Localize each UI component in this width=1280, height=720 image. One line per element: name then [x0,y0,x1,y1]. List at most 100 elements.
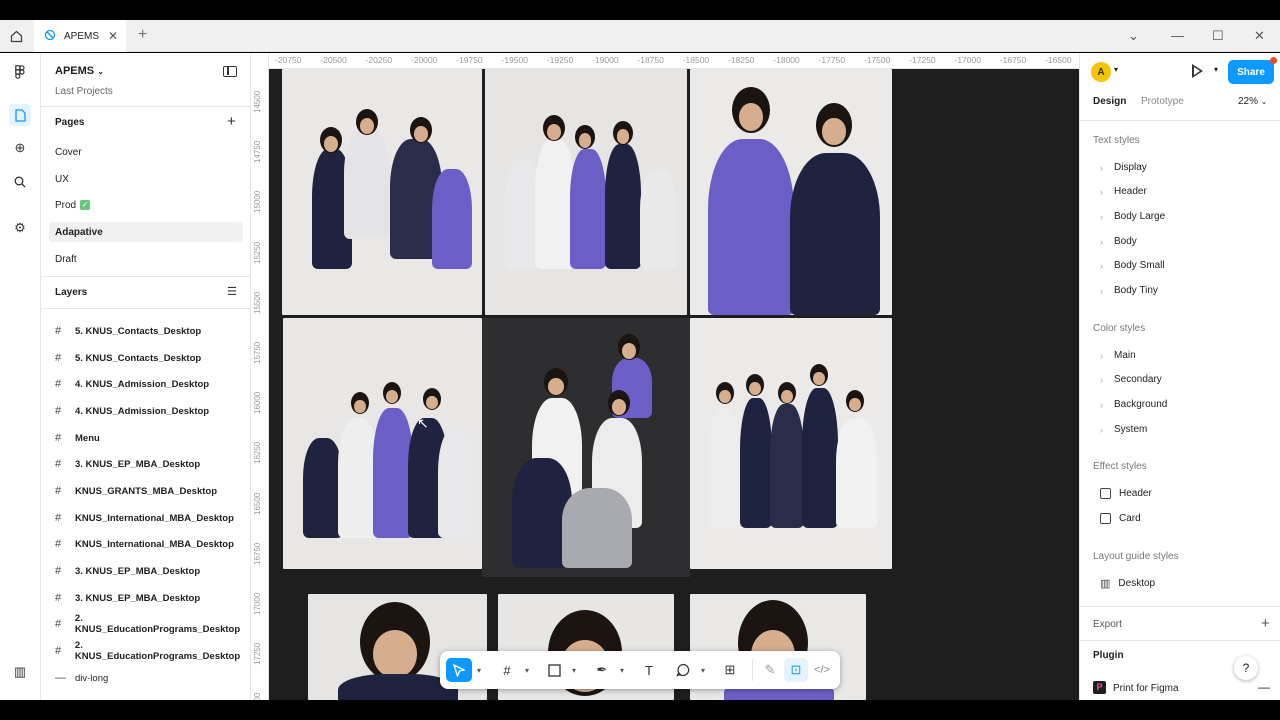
project-name[interactable]: APEMS ⌄ [55,65,104,77]
layers-filter-icon[interactable]: ☰ [227,285,237,298]
chevron-right-icon: › [1100,186,1103,197]
ruler-tick-label: 16250 [253,442,262,465]
text-style-item[interactable]: › Body [1100,236,1137,247]
text-style-item[interactable]: › Body Large [1100,211,1165,222]
chevron-down-icon[interactable]: ▾ [698,658,708,682]
divider [1080,606,1280,607]
file-pages-icon[interactable] [9,104,31,126]
effect-style-item[interactable]: Header [1100,488,1152,499]
collapse-plugin-icon[interactable]: — [1258,680,1270,694]
draw-mode-button[interactable]: ✎ [758,658,782,682]
layer-item[interactable]: # KNUS_International_MBA_Desktop [55,534,234,554]
layer-item[interactable]: # KNUS_International_MBA_Desktop [55,508,234,528]
ruler-tick-label: 15500 [253,291,262,314]
color-style-item[interactable]: › Main [1100,350,1136,361]
layer-item[interactable]: #4. KNUS_Admission_Desktop [55,374,209,394]
vertical-ruler: 14500 14750 15000 15250 15500 15750 16000 16250… [251,53,269,700]
chevron-down-icon[interactable]: ▾ [474,658,484,682]
panel-toggle-icon[interactable] [223,66,237,77]
dev-mode-button[interactable]: </> [810,658,834,682]
page-item-cover[interactable]: Cover [49,142,243,162]
layer-item[interactable]: #3. KNUS_EP_MBA_Desktop [55,561,200,581]
search-icon[interactable] [9,171,31,193]
add-export-icon[interactable]: + [1261,615,1270,632]
new-tab-icon[interactable]: + [138,26,147,44]
tab-prototype[interactable]: Prototype [1141,96,1184,107]
close-tab-icon[interactable]: ✕ [108,29,118,43]
resources-tool-button[interactable]: ⊞ [717,658,743,682]
layer-item[interactable]: #5. KNUS_Contacts_Desktop [55,321,201,341]
layer-item[interactable]: #2. KNUS_EducationPrograms_Desktop [55,640,250,662]
figma-menu-icon[interactable] [9,61,31,83]
color-style-item[interactable]: › Background [1100,399,1167,410]
chevron-down-icon[interactable]: ▾ [617,658,627,682]
minimize-icon[interactable]: — [1171,28,1184,43]
home-icon[interactable] [0,20,32,52]
assets-icon[interactable]: ⊕ [9,137,31,159]
layer-item[interactable]: #3. KNUS_EP_MBA_Desktop [55,454,200,474]
move-tool-button[interactable] [446,658,472,682]
layer-item[interactable]: # Menu [55,428,100,448]
zoom-level[interactable]: 22% ⌄ [1238,96,1268,107]
chevron-down-icon[interactable]: ▾ [569,658,579,682]
frame-icon: # [55,432,62,444]
ruler-tick-label: -19000 [592,55,619,65]
chevron-down-icon[interactable]: ▾ [522,658,532,682]
page-item-prod[interactable]: Prod ✓ [49,195,243,215]
text-style-item[interactable]: › Display [1100,162,1147,173]
page-item-ux[interactable]: UX [49,169,243,189]
layer-item[interactable]: #5. KNUS_Contacts_Desktop [55,348,201,368]
share-button[interactable]: Share [1228,60,1274,84]
add-page-icon[interactable]: + [227,113,236,130]
layer-item[interactable]: #3. KNUS_EP_MBA_Desktop [55,588,200,608]
file-tab[interactable]: APEMS ✕ [34,20,126,52]
tab-design[interactable]: Design [1093,96,1126,107]
help-button[interactable]: ? [1234,656,1258,680]
layer-item[interactable]: # KNUS_GRANTS_MBA_Desktop [55,481,217,501]
layout-style-item[interactable]: ▥ Desktop [1100,577,1155,590]
chevron-down-icon[interactable]: ⌄ [1128,28,1139,44]
color-style-item[interactable]: › Secondary [1100,374,1162,385]
design-mode-button[interactable]: ⊡ [784,658,808,682]
check-icon: ✓ [80,200,91,210]
photo-group-large[interactable] [283,318,482,569]
page-item-adapative[interactable]: Adapative [49,222,243,242]
text-tool-button[interactable]: T [636,658,662,682]
photo-stairs[interactable] [482,318,690,577]
file-tab-title: APEMS [64,30,100,42]
layer-item[interactable]: — div-long [55,668,108,688]
ruler-tick-label: 16750 [253,542,262,565]
photo-staff[interactable] [690,318,892,569]
design-canvas[interactable]: ↖ [269,69,1079,700]
color-style-item[interactable]: › System [1100,424,1147,435]
chevron-down-icon[interactable]: ▾ [1114,65,1118,74]
plugin-title: Plugin [1093,650,1124,661]
frame-icon: # [55,458,62,470]
photo-group-standing[interactable] [485,69,687,315]
shape-tool-button[interactable] [541,658,567,682]
frame-tool-button[interactable]: # [494,658,520,682]
photo-group-seated[interactable] [282,69,482,315]
ruler-tick-label: -20500 [320,55,347,65]
close-window-icon[interactable]: ✕ [1254,28,1265,44]
text-style-item[interactable]: › Body Small [1100,260,1165,271]
layer-item[interactable]: #4. KNUS_Admission_Desktop [55,401,209,421]
library-icon[interactable]: ▥ [9,661,31,683]
avatar[interactable]: A [1091,62,1111,82]
page-item-draft[interactable]: Draft [49,249,243,269]
project-location[interactable]: Last Projects [55,86,113,97]
chevron-down-icon[interactable]: ▾ [1214,65,1218,74]
effect-style-item[interactable]: Card [1100,513,1141,524]
plugins-icon[interactable]: ⚙ [9,217,31,239]
layer-item[interactable]: #2. KNUS_EducationPrograms_Desktop [55,613,250,635]
frame-icon: # [55,352,62,364]
maximize-icon[interactable]: ☐ [1212,28,1224,44]
text-style-item[interactable]: › Header [1100,186,1147,197]
text-style-item[interactable]: › Body Tiny [1100,285,1158,296]
photo-duo[interactable] [690,69,892,315]
plugin-name[interactable]: Print for Figma [1113,683,1179,694]
present-play-icon[interactable] [1192,64,1203,78]
comment-tool-button[interactable] [670,658,696,682]
pen-tool-button[interactable]: ✒ [589,658,615,682]
chevron-right-icon: › [1100,260,1103,271]
